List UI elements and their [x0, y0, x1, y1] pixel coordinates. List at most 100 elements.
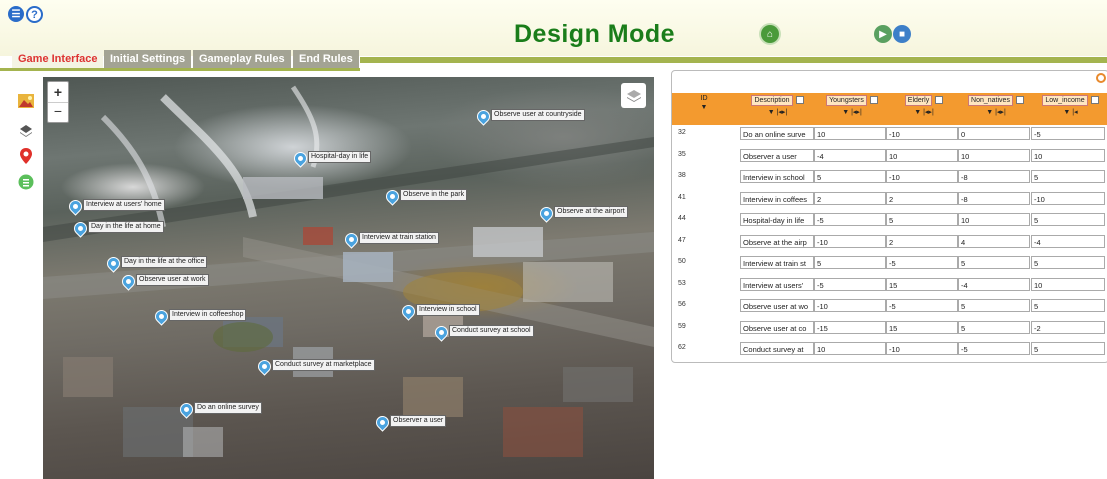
tab-game-interface[interactable]: Game Interface: [12, 50, 104, 69]
elderly-cell[interactable]: -5: [886, 299, 958, 312]
save-button[interactable]: ■: [893, 25, 911, 43]
gear-icon[interactable]: [1096, 73, 1106, 83]
youngsters-cell[interactable]: 5: [814, 170, 886, 183]
elderly-cell[interactable]: -10: [886, 342, 958, 355]
low-income-cell[interactable]: 10: [1031, 148, 1105, 162]
marker-label: Observe user at work: [136, 274, 209, 286]
non-natives-cell[interactable]: 10: [958, 148, 1030, 162]
tab-divider: [360, 57, 1107, 63]
low-income-cell[interactable]: 5: [1031, 213, 1105, 226]
column-checkbox[interactable]: [1090, 96, 1099, 105]
column-checkbox[interactable]: [869, 96, 878, 105]
map-view[interactable]: + − Observe user at countryside Hospital…: [43, 77, 654, 479]
non-natives-cell[interactable]: -8: [958, 170, 1030, 183]
low-income-cell[interactable]: 5: [1031, 170, 1105, 183]
row-id: 35: [678, 150, 686, 158]
description-cell[interactable]: Hospital-day in life: [740, 213, 814, 226]
table-row: 41 Interview in coffees 2 2 -8 -10: [672, 190, 1107, 210]
description-cell[interactable]: Observe user at wo: [740, 299, 814, 312]
marker-label: Conduct survey at marketplace: [272, 359, 375, 371]
youngsters-cell[interactable]: 10: [814, 127, 886, 140]
sort-arrow[interactable]: ▼ |◂: [1033, 108, 1107, 116]
tab-gameplay-rules[interactable]: Gameplay Rules: [193, 50, 291, 69]
sort-arrow[interactable]: ▼ |◂▸|: [740, 108, 815, 116]
column-header-description[interactable]: Description ▼ |◂▸|: [740, 95, 815, 123]
non-natives-cell[interactable]: 4: [958, 234, 1030, 248]
elderly-cell[interactable]: 5: [886, 213, 958, 226]
table-row: 32 Do an online surve 10 -10 0 -5: [672, 125, 1107, 145]
column-checkbox[interactable]: [935, 96, 944, 105]
column-header-youngsters[interactable]: Youngsters ▼ |◂▸|: [816, 95, 888, 123]
image-tool-button[interactable]: [18, 93, 34, 109]
elderly-cell[interactable]: 10: [886, 148, 958, 162]
column-header-low-income[interactable]: Low_income ▼ |◂: [1033, 95, 1107, 123]
description-cell[interactable]: Observe user at co: [740, 320, 814, 334]
non-natives-cell[interactable]: 5: [958, 320, 1030, 334]
youngsters-cell[interactable]: 2: [814, 191, 886, 205]
sort-arrow[interactable]: ▼ |◂▸|: [816, 108, 888, 116]
layers-tool-button[interactable]: [18, 123, 34, 139]
location-tool-button[interactable]: [18, 148, 34, 164]
elderly-cell[interactable]: 2: [886, 191, 958, 205]
marker-label: Conduct survey at school: [449, 325, 534, 337]
zoom-out-button[interactable]: −: [48, 102, 68, 123]
youngsters-cell[interactable]: -15: [814, 320, 886, 334]
help-icon[interactable]: ?: [26, 6, 43, 23]
description-cell[interactable]: Interview in coffees: [740, 191, 814, 205]
marker-label: Observe at the airport: [554, 206, 628, 218]
description-cell[interactable]: Conduct survey at: [740, 342, 814, 355]
column-header-non-natives[interactable]: Non_natives ▼ |◂▸|: [960, 95, 1032, 123]
low-income-cell[interactable]: -2: [1031, 320, 1105, 334]
non-natives-cell[interactable]: -8: [958, 191, 1030, 205]
low-income-cell[interactable]: 5: [1031, 342, 1105, 355]
description-cell[interactable]: Observe at the airp: [740, 234, 814, 248]
column-checkbox[interactable]: [795, 96, 804, 105]
non-natives-cell[interactable]: -4: [958, 277, 1030, 291]
menu-icon[interactable]: ☰: [8, 6, 24, 22]
description-cell[interactable]: Observer a user: [740, 148, 814, 162]
tab-initial-settings[interactable]: Initial Settings: [104, 50, 192, 69]
sort-arrow[interactable]: ▼ |◂▸|: [888, 108, 960, 116]
low-income-cell[interactable]: -4: [1031, 234, 1105, 248]
play-button[interactable]: ▶: [874, 25, 892, 43]
non-natives-cell[interactable]: 10: [958, 213, 1030, 226]
description-cell[interactable]: Interview at train st: [740, 256, 814, 269]
list-tool-button[interactable]: [18, 174, 34, 190]
low-income-cell[interactable]: 5: [1031, 299, 1105, 312]
column-header-id[interactable]: ID ▼: [672, 95, 736, 123]
column-header-elderly[interactable]: Elderly ▼ |◂▸|: [888, 95, 960, 123]
low-income-cell[interactable]: 10: [1031, 277, 1105, 291]
non-natives-cell[interactable]: 5: [958, 256, 1030, 269]
youngsters-cell[interactable]: -5: [814, 277, 886, 291]
elderly-cell[interactable]: -5: [886, 256, 958, 269]
non-natives-cell[interactable]: -5: [958, 342, 1030, 355]
youngsters-cell[interactable]: -10: [814, 299, 886, 312]
column-checkbox[interactable]: [1015, 96, 1024, 105]
marker-label: Interview at users' home: [83, 199, 165, 211]
youngsters-cell[interactable]: -10: [814, 234, 886, 248]
row-id: 38: [678, 172, 686, 179]
youngsters-cell[interactable]: -5: [814, 213, 886, 226]
tab-end-rules[interactable]: End Rules: [293, 50, 359, 69]
description-cell[interactable]: Interview at users': [740, 277, 814, 291]
elderly-cell[interactable]: 15: [886, 277, 958, 291]
non-natives-cell[interactable]: 5: [958, 299, 1030, 312]
youngsters-cell[interactable]: -4: [814, 148, 886, 162]
sort-arrow[interactable]: ▼: [672, 104, 736, 111]
elderly-cell[interactable]: 15: [886, 320, 958, 334]
zoom-in-button[interactable]: +: [48, 82, 68, 102]
elderly-cell[interactable]: -10: [886, 127, 958, 140]
map-layers-button[interactable]: [621, 83, 646, 108]
description-cell[interactable]: Interview in school: [740, 170, 814, 183]
non-natives-cell[interactable]: 0: [958, 127, 1030, 140]
low-income-cell[interactable]: 5: [1031, 256, 1105, 269]
elderly-cell[interactable]: 2: [886, 234, 958, 248]
home-button[interactable]: ⌂: [761, 25, 779, 43]
youngsters-cell[interactable]: 10: [814, 342, 886, 355]
elderly-cell[interactable]: -10: [886, 170, 958, 183]
sort-arrow[interactable]: ▼ |◂▸|: [960, 108, 1032, 116]
low-income-cell[interactable]: -5: [1031, 127, 1105, 140]
low-income-cell[interactable]: -10: [1031, 191, 1105, 205]
description-cell[interactable]: Do an online surve: [740, 127, 814, 140]
youngsters-cell[interactable]: 5: [814, 256, 886, 269]
